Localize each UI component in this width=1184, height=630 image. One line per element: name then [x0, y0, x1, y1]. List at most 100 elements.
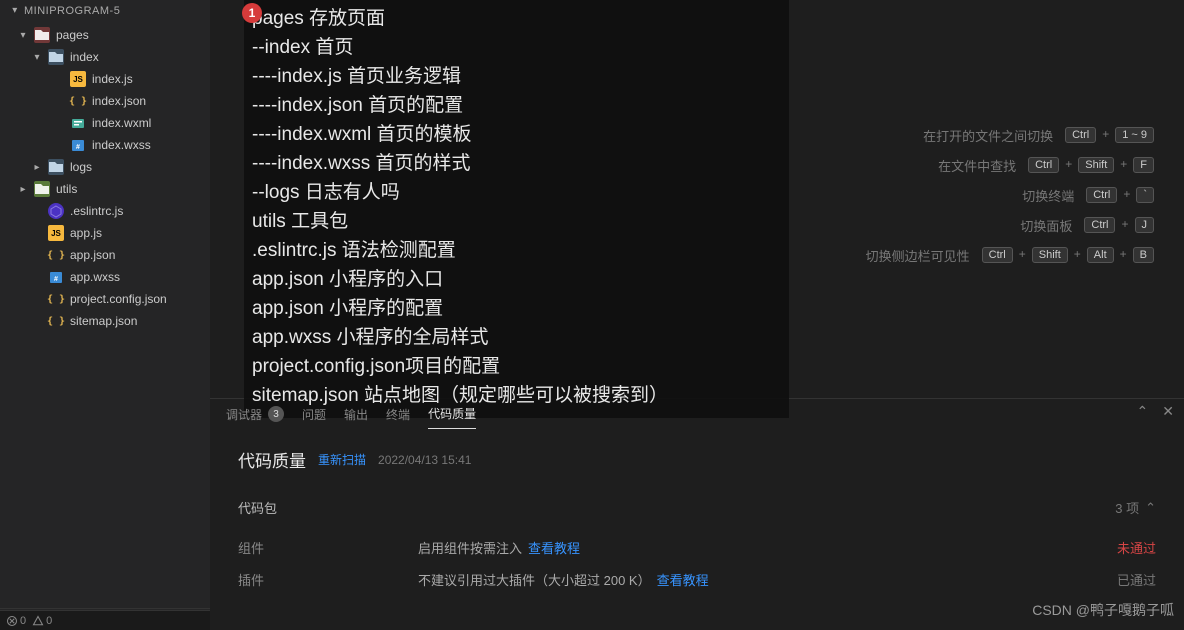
tab-problems[interactable]: 问题 [302, 399, 326, 429]
keycap: J [1135, 217, 1155, 233]
tab-debugger[interactable]: 调试器 3 [226, 399, 284, 429]
rescan-link[interactable]: 重新扫描 [318, 451, 366, 468]
file-label: pages [56, 28, 89, 42]
tutorial-link[interactable]: 查看教程 [528, 541, 580, 556]
watermark: CSDN @鸭子嘎鹅子呱 [1032, 600, 1174, 620]
main-area: 1 pages 存放页面--index 首页----index.js 首页业务逻… [210, 0, 1184, 630]
keycap: 1 ~ 9 [1115, 127, 1154, 143]
keycap: Ctrl [982, 247, 1013, 263]
file-label: project.config.json [70, 292, 167, 306]
cq-row-label: 组件 [238, 538, 418, 557]
keycap: B [1133, 247, 1154, 263]
scan-timestamp: 2022/04/13 15:41 [378, 453, 471, 467]
chevron-down-icon: ▾ [18, 30, 28, 41]
svg-text:#: # [76, 144, 80, 151]
bottom-panel: 调试器 3 问题 输出终端 代码质量 ⌃ ✕ 代码质量 重新扫描 2022/04/13 … [210, 398, 1184, 630]
status-bar: 0 0 [0, 610, 210, 630]
file-index-wxss[interactable]: # index.wxss [0, 134, 210, 156]
tab-label: 问题 [302, 406, 326, 423]
cq-row-desc: 不建议引用过大插件（大小超过 200 K）查看教程 [418, 570, 1117, 589]
overlay-line: app.json 小程序的入口 [252, 265, 783, 294]
editor-area: 1 pages 存放页面--index 首页----index.js 首页业务逻… [210, 0, 1184, 398]
tab-output[interactable]: 输出 [344, 399, 368, 429]
keycap: F [1133, 157, 1154, 173]
warning-icon[interactable]: 0 [32, 615, 52, 627]
error-icon[interactable]: 0 [6, 615, 26, 627]
tab-terminal[interactable]: 终端 [386, 399, 410, 429]
file-label: index.wxss [92, 138, 151, 152]
folder-utils[interactable]: ▸ utils [0, 178, 210, 200]
cq-row-status: 已通过 [1117, 570, 1156, 589]
file-label: utils [56, 182, 77, 196]
file-project-config[interactable]: { }project.config.json [0, 288, 210, 310]
hint-label: 在打开的文件之间切换 [923, 126, 1053, 145]
hint-label: 切换终端 [1022, 186, 1074, 205]
overlay-line: app.wxss 小程序的全局样式 [252, 323, 783, 352]
chevron-up-icon: ⌃ [1145, 500, 1156, 516]
overlay-line: app.json 小程序的配置 [252, 294, 783, 323]
hint-label: 在文件中查找 [938, 156, 1016, 175]
file-index-wxml[interactable]: index.wxml [0, 112, 210, 134]
keycap: Shift [1032, 247, 1068, 263]
code-quality-panel: 代码质量 重新扫描 2022/04/13 15:41 代码包 3 项 ⌃ 组件启… [210, 429, 1184, 603]
chevron-down-icon: ▾ [32, 52, 42, 63]
file-index-json[interactable]: { }index.json [0, 90, 210, 112]
tab-label: 调试器 [226, 406, 262, 423]
keycap: Alt [1087, 247, 1114, 263]
overlay-line: ----index.wxml 首页的模板 [252, 120, 783, 149]
code-package-section-header[interactable]: 代码包 3 项 ⌃ [238, 498, 1156, 517]
section-title: 代码包 [238, 498, 277, 517]
hint-row: 切换面板Ctrl+J [784, 210, 1154, 240]
file-label: logs [70, 160, 92, 174]
file-label: index [70, 50, 99, 64]
file-label: app.js [70, 226, 102, 240]
folder-pages[interactable]: ▾ pages [0, 24, 210, 46]
folder-index[interactable]: ▾ index [0, 46, 210, 68]
file-label: index.wxml [92, 116, 151, 130]
tab-code-quality[interactable]: 代码质量 [428, 399, 476, 429]
panel-collapse-icon[interactable]: ⌃ [1137, 403, 1149, 420]
panel-close-icon[interactable]: ✕ [1162, 403, 1174, 420]
hint-row: 在打开的文件之间切换Ctrl+1 ~ 9 [784, 120, 1154, 150]
code-quality-title-row: 代码质量 重新扫描 2022/04/13 15:41 [238, 447, 1156, 472]
overlay-line: project.config.json项目的配置 [252, 352, 783, 381]
code-quality-row: 插件不建议引用过大插件（大小超过 200 K）查看教程已通过 [238, 563, 1156, 595]
welcome-hints: 在打开的文件之间切换Ctrl+1 ~ 9在文件中查找Ctrl+Shift+F切换… [784, 120, 1154, 270]
chevron-right-icon: ▸ [32, 162, 42, 173]
overlay-line: pages 存放页面 [252, 4, 783, 33]
file-app-json[interactable]: { }app.json [0, 244, 210, 266]
folder-logs[interactable]: ▸ logs [0, 156, 210, 178]
keycap: Ctrl [1086, 187, 1117, 203]
file-index-js[interactable]: JSindex.js [0, 68, 210, 90]
overlay-line: utils 工具包 [252, 207, 783, 236]
section-count: 3 项 ⌃ [1115, 498, 1156, 517]
keycap: Ctrl [1084, 217, 1115, 233]
hint-row: 切换终端Ctrl+` [784, 180, 1154, 210]
cq-row-desc: 启用组件按需注入查看教程 [418, 538, 1117, 557]
panel-controls: ⌃ ✕ [1137, 403, 1174, 420]
file-app-js[interactable]: JSapp.js [0, 222, 210, 244]
keycap: ` [1136, 187, 1154, 203]
chevron-right-icon: ▸ [18, 184, 28, 195]
overlay-line: ----index.js 首页业务逻辑 [252, 62, 783, 91]
tutorial-link[interactable]: 查看教程 [657, 573, 709, 588]
file-sitemap[interactable]: { }sitemap.json [0, 310, 210, 332]
panel-tab-bar: 调试器 3 问题 输出终端 代码质量 ⌃ ✕ [210, 399, 1184, 429]
keycap: Shift [1078, 157, 1114, 173]
file-app-wxss[interactable]: #app.wxss [0, 266, 210, 288]
overlay-line: ----index.wxss 首页的样式 [252, 149, 783, 178]
file-eslintrc[interactable]: .eslintrc.js [0, 200, 210, 222]
overlay-line: --index 首页 [252, 33, 783, 62]
file-label: app.wxss [70, 270, 120, 284]
file-label: index.json [92, 94, 146, 108]
file-tree: ▾pages▾indexJSindex.js{ }index.jsonindex… [0, 22, 210, 332]
cq-row-label: 插件 [238, 570, 418, 589]
cq-row-status: 未通过 [1117, 538, 1156, 557]
file-label: .eslintrc.js [70, 204, 123, 218]
explorer-title: MINIPROGRAM-5 [24, 0, 120, 22]
file-label: sitemap.json [70, 314, 137, 328]
tab-label: 代码质量 [428, 405, 476, 422]
explorer-title-row[interactable]: ▾ MINIPROGRAM-5 [0, 0, 210, 22]
annotation-badge: 1 [242, 3, 262, 23]
tab-badge: 3 [268, 406, 284, 422]
